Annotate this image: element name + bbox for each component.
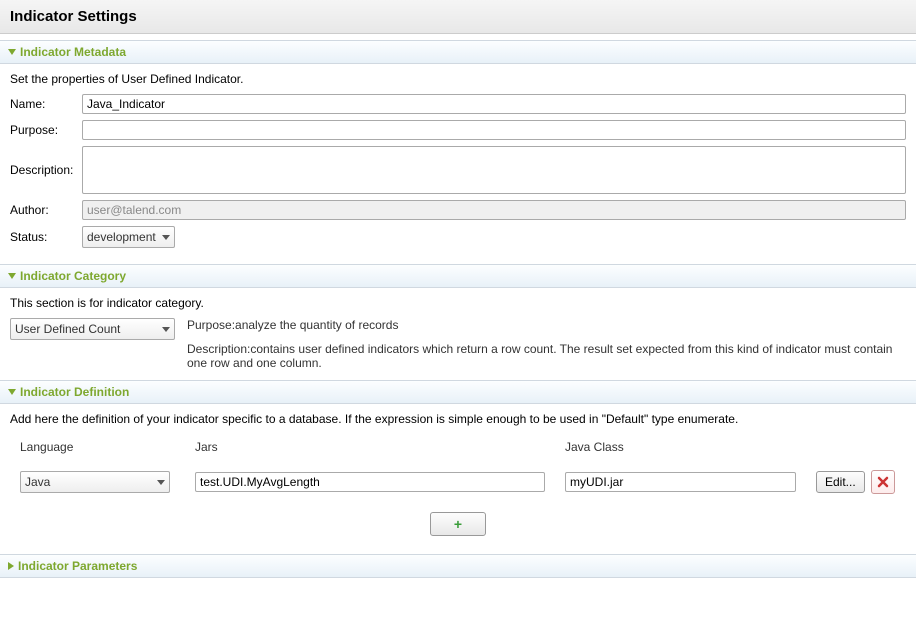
delete-row-button[interactable] <box>871 470 895 494</box>
metadata-intro: Set the properties of User Defined Indic… <box>10 72 906 86</box>
category-combo[interactable]: User Defined Count <box>10 318 175 340</box>
java-class-field[interactable] <box>565 472 796 492</box>
category-description-row: Description:contains user defined indica… <box>187 342 906 370</box>
jars-field[interactable] <box>195 472 545 492</box>
definition-intro: Add here the definition of your indicato… <box>10 412 906 426</box>
section-body-category: This section is for indicator category. … <box>0 288 916 380</box>
section-title-metadata: Indicator Metadata <box>20 45 126 59</box>
category-description-label: Description: <box>187 342 250 356</box>
col-header-jars: Jars <box>195 440 545 454</box>
add-row-button[interactable]: + <box>430 512 486 536</box>
section-header-parameters[interactable]: Indicator Parameters <box>0 554 916 578</box>
label-status: Status: <box>10 230 82 244</box>
chevron-down-icon <box>8 273 16 279</box>
chevron-down-icon <box>162 327 170 332</box>
col-header-language: Language <box>20 440 175 454</box>
label-author: Author: <box>10 203 82 217</box>
label-purpose: Purpose: <box>10 123 82 137</box>
section-body-metadata: Set the properties of User Defined Indic… <box>0 64 916 264</box>
close-icon <box>877 476 889 488</box>
label-description: Description: <box>10 163 82 177</box>
chevron-down-icon <box>8 389 16 395</box>
language-combo-value: Java <box>25 475 157 489</box>
definition-columns-header: Language Jars Java Class <box>20 440 896 454</box>
chevron-down-icon <box>157 480 165 485</box>
chevron-down-icon <box>162 235 170 240</box>
col-header-java-class: Java Class <box>565 440 796 454</box>
plus-icon: + <box>454 517 462 531</box>
definition-row: Java Edit... <box>20 470 896 494</box>
section-title-definition: Indicator Definition <box>20 385 129 399</box>
section-title-parameters: Indicator Parameters <box>18 559 137 573</box>
category-purpose-label: Purpose: <box>187 318 235 332</box>
description-field[interactable] <box>82 146 906 194</box>
language-combo[interactable]: Java <box>20 471 170 493</box>
author-field <box>82 200 906 220</box>
category-purpose-row: Purpose:analyze the quantity of records <box>187 318 906 332</box>
name-field[interactable] <box>82 94 906 114</box>
status-combo[interactable]: development <box>82 226 175 248</box>
chevron-down-icon <box>8 49 16 55</box>
edit-button[interactable]: Edit... <box>816 471 865 493</box>
label-name: Name: <box>10 97 82 111</box>
chevron-right-icon <box>8 562 14 570</box>
category-intro: This section is for indicator category. <box>10 296 906 310</box>
category-description-text: contains user defined indicators which r… <box>187 342 892 370</box>
section-title-category: Indicator Category <box>20 269 126 283</box>
section-body-definition: Add here the definition of your indicato… <box>0 404 916 554</box>
page-title: Indicator Settings <box>0 0 916 34</box>
category-combo-value: User Defined Count <box>15 322 162 336</box>
section-header-definition[interactable]: Indicator Definition <box>0 380 916 404</box>
section-header-metadata[interactable]: Indicator Metadata <box>0 40 916 64</box>
category-purpose-text: analyze the quantity of records <box>235 318 398 332</box>
purpose-field[interactable] <box>82 120 906 140</box>
category-info: Purpose:analyze the quantity of records … <box>187 318 906 370</box>
status-combo-value: development <box>87 230 162 244</box>
section-header-category[interactable]: Indicator Category <box>0 264 916 288</box>
